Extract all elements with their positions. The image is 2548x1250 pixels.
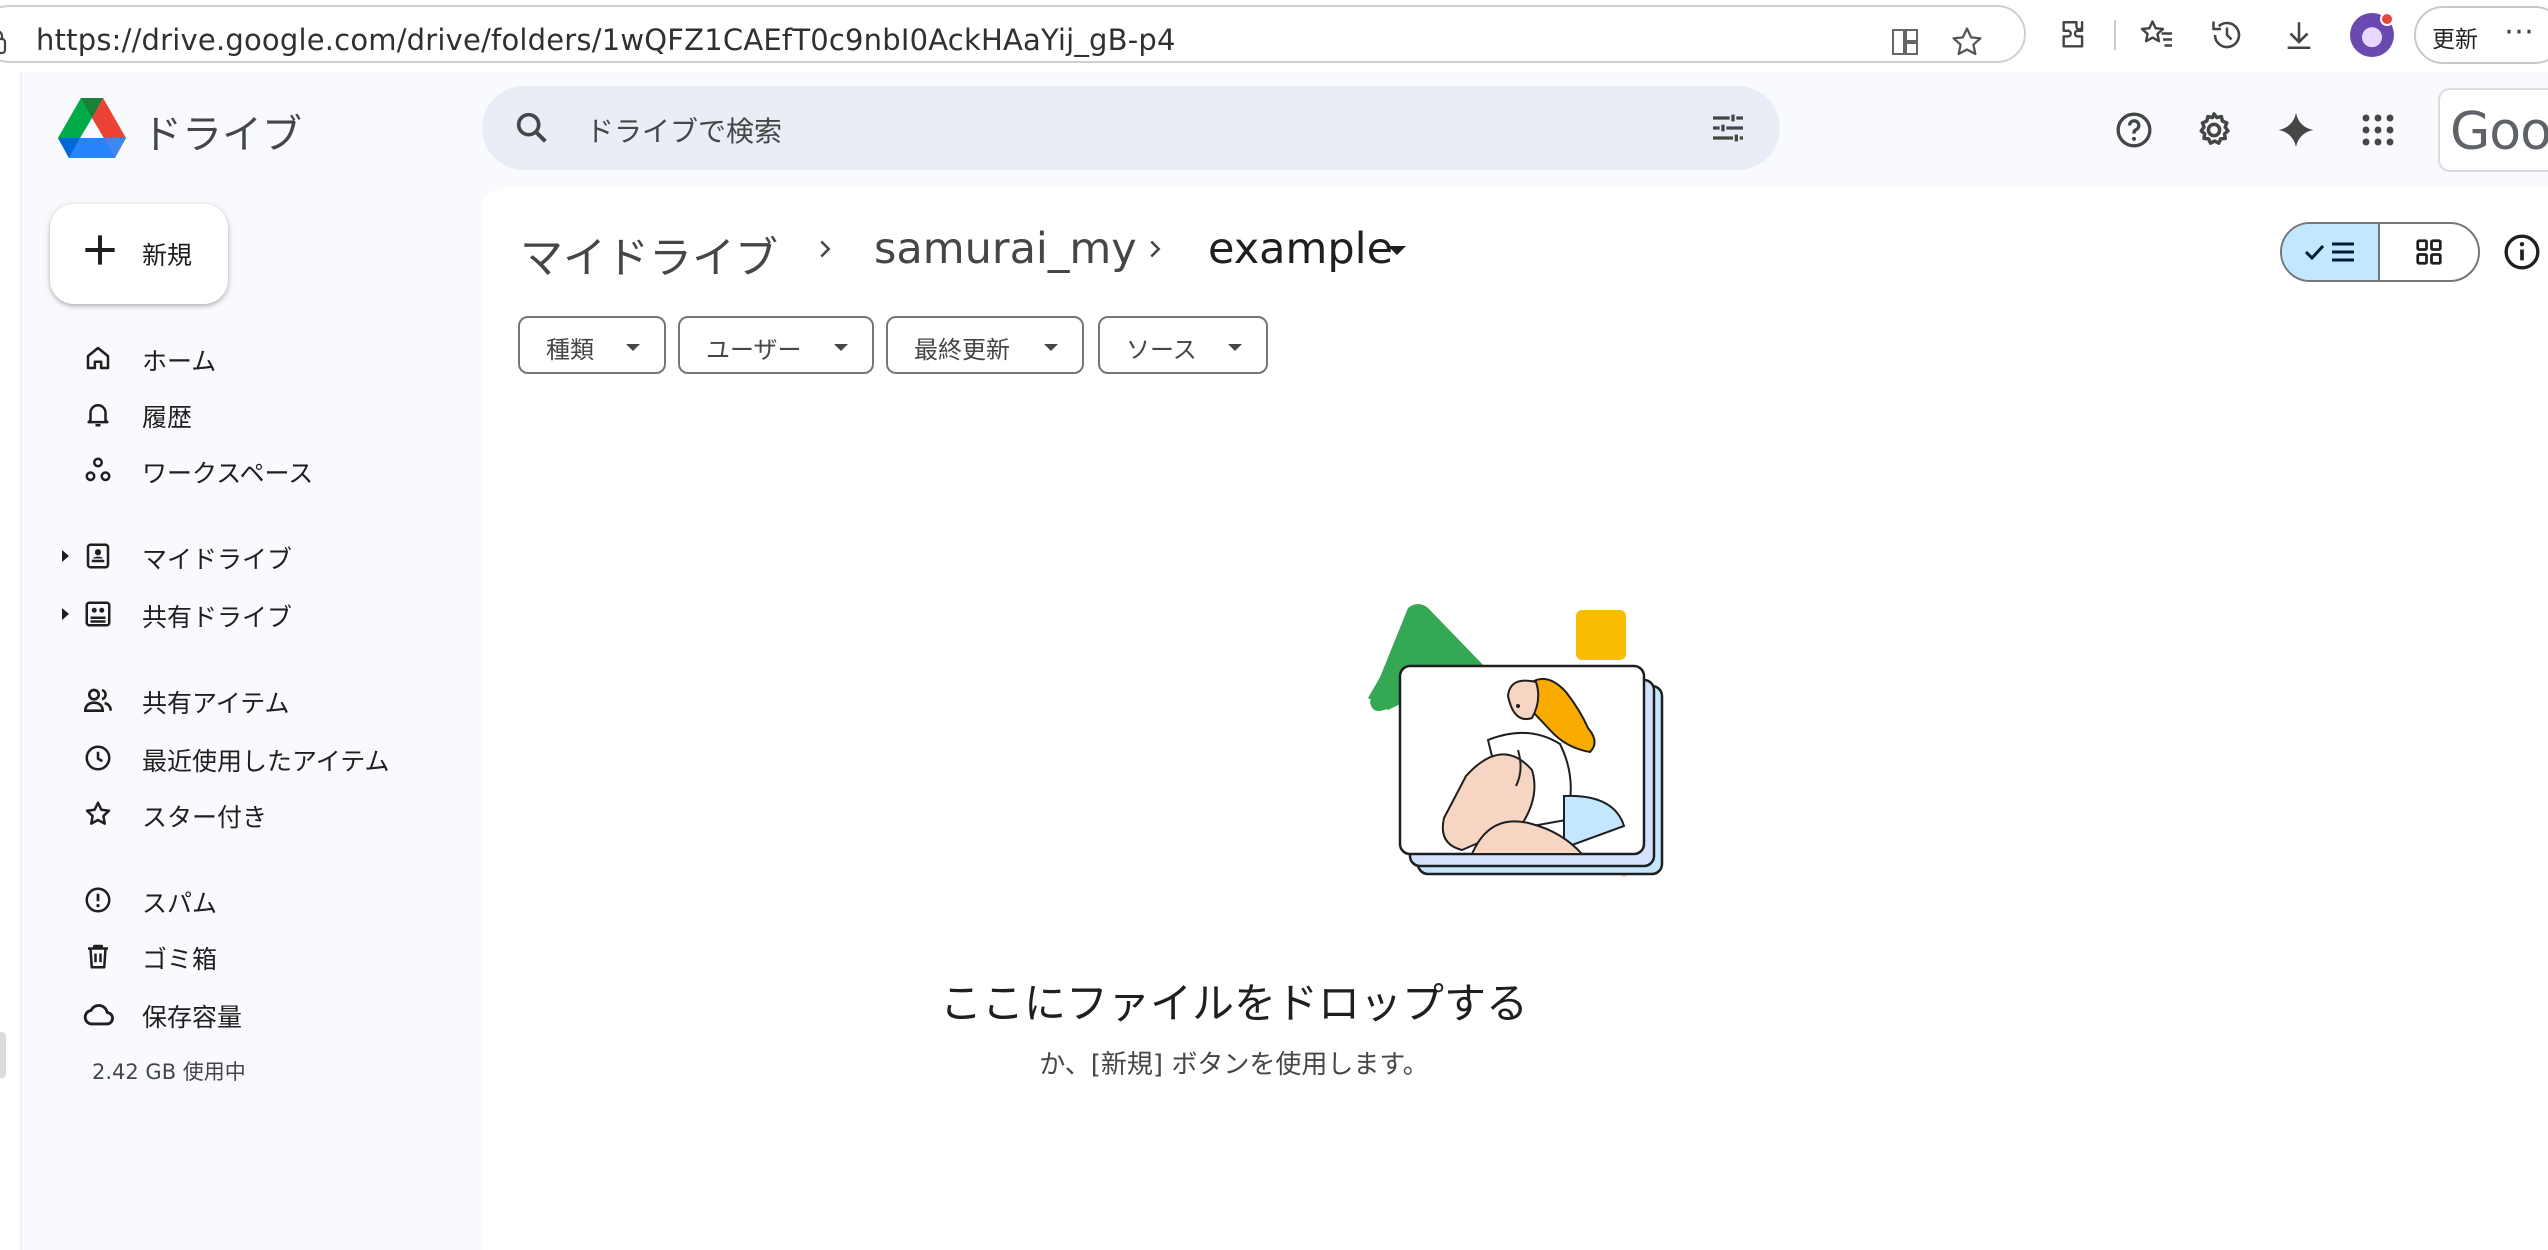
breadcrumb-my-drive[interactable]: マイドライブ xyxy=(520,224,778,286)
app-available-icon[interactable] xyxy=(1886,23,1924,61)
sidebar-item-label: スパム xyxy=(142,889,218,918)
window-edge-line xyxy=(20,72,22,1250)
home-icon xyxy=(80,340,116,376)
info-icon[interactable] xyxy=(2502,232,2542,272)
address-bar[interactable]: https://drive.google.com/drive/folders/1… xyxy=(0,5,2026,63)
sidebar-item-workspaces[interactable]: ワークスペース xyxy=(72,446,472,494)
dropdown-caret-icon xyxy=(626,344,640,351)
view-toggle xyxy=(2280,222,2480,282)
search-input[interactable]: ドライブで検索 xyxy=(586,110,782,150)
chip-label: 種類 xyxy=(546,336,594,364)
gemini-sparkle-icon[interactable] xyxy=(2274,108,2318,152)
downloads-icon[interactable] xyxy=(2278,14,2320,56)
my-drive-icon xyxy=(80,538,116,574)
check-list-icon xyxy=(2304,242,2354,262)
shared-drives-icon xyxy=(80,596,116,632)
help-icon[interactable] xyxy=(2112,108,2156,152)
empty-folder-illustration xyxy=(1368,604,1664,878)
storage-usage-text: 2.42 GB 使用中 xyxy=(92,1060,246,1084)
sidebar-item-starred[interactable]: スター付き xyxy=(72,790,472,838)
sidebar-item-my-drive[interactable]: マイドライブ xyxy=(62,532,472,580)
sidebar-item-label: ホーム xyxy=(142,347,217,376)
list-view-button[interactable] xyxy=(2282,224,2380,280)
grid-view-button[interactable] xyxy=(2380,224,2478,280)
apps-grid-icon[interactable] xyxy=(2356,108,2400,152)
filter-type-chip[interactable]: 種類 xyxy=(518,316,666,374)
dropdown-caret-icon xyxy=(1228,344,1242,351)
history-icon[interactable] xyxy=(2206,14,2248,56)
sidebar-item-spam[interactable]: スパム xyxy=(72,876,472,924)
notification-dot xyxy=(2380,12,2394,26)
sidebar-item-recent[interactable]: 最近使用したアイテム xyxy=(72,734,472,782)
clock-icon xyxy=(80,740,116,776)
extensions-icon[interactable] xyxy=(2054,14,2096,56)
sidebar-item-label: 履歴 xyxy=(142,403,193,432)
chip-label: 最終更新 xyxy=(914,336,1010,364)
sidebar-item-label: スター付き xyxy=(142,803,268,832)
empty-state-subtitle: か、[新規] ボタンを使用します。 xyxy=(1039,1050,1429,1080)
shared-people-icon xyxy=(80,682,116,718)
cloud-icon xyxy=(80,996,116,1032)
filter-user-chip[interactable]: ユーザー xyxy=(678,316,874,374)
folder-menu-caret-icon[interactable] xyxy=(1388,246,1406,255)
search-options-icon[interactable] xyxy=(1708,108,1748,148)
url-text[interactable]: https://drive.google.com/drive/folders/1… xyxy=(36,23,1176,57)
expand-arrow-icon[interactable] xyxy=(62,550,69,562)
filter-source-chip[interactable]: ソース xyxy=(1098,316,1268,374)
sidebar-item-label: ワークスペース xyxy=(142,459,314,488)
update-button[interactable]: 更新 ⋯ xyxy=(2414,6,2548,64)
sidebar-item-label: 共有アイテム xyxy=(142,689,290,718)
search-bar[interactable]: ドライブで検索 xyxy=(482,86,1780,170)
empty-state-title: ここにファイルをドロップする xyxy=(939,979,1528,1028)
search-icon[interactable] xyxy=(512,108,552,148)
toolbar-divider xyxy=(2114,20,2116,50)
chevron-right-icon xyxy=(1150,240,1161,258)
sidebar-item-activity[interactable]: 履歴 xyxy=(72,390,472,438)
chip-label: ユーザー xyxy=(706,336,802,364)
sidebar-item-storage[interactable]: 保存容量 xyxy=(72,990,472,1038)
update-label: 更新 xyxy=(2432,27,2478,53)
account-button[interactable]: Goog xyxy=(2438,88,2548,172)
sidebar-item-label: ゴミ箱 xyxy=(142,945,218,974)
browser-toolbar: https://drive.google.com/drive/folders/1… xyxy=(0,0,2548,72)
spam-icon xyxy=(80,882,116,918)
expand-arrow-icon[interactable] xyxy=(62,608,69,620)
sidebar-item-label: 最近使用したアイテム xyxy=(142,747,390,776)
drive-logo-icon[interactable] xyxy=(58,98,126,160)
bell-icon xyxy=(80,396,116,432)
settings-gear-icon[interactable] xyxy=(2192,108,2236,152)
sidebar-item-shared-with-me[interactable]: 共有アイテム xyxy=(72,676,472,724)
new-button-label: 新規 xyxy=(142,241,193,270)
star-icon xyxy=(80,796,116,832)
sidebar-item-trash[interactable]: ゴミ箱 xyxy=(72,932,472,980)
account-logo-text: Goog xyxy=(2450,102,2548,162)
breadcrumb-samurai-my[interactable]: samurai_my xyxy=(874,224,1137,274)
new-button[interactable]: 新規 xyxy=(50,204,228,304)
drive-app: ドライブ ドライブで検索 Goog 新規 ホーム 履歴 ワークスペース xyxy=(0,72,2548,1250)
sidebar-item-label: 共有ドライブ xyxy=(142,603,293,632)
sidebar-item-label: マイドライブ xyxy=(142,545,293,574)
trash-icon xyxy=(80,938,116,974)
chevron-right-icon xyxy=(820,240,831,258)
main-content: マイドライブ samurai_my example 種類 ユーザー 最終更新 ソ… xyxy=(482,188,2548,1250)
dropdown-caret-icon xyxy=(834,344,848,351)
app-title[interactable]: ドライブ xyxy=(142,102,302,160)
plus-icon xyxy=(85,235,115,265)
sidebar-item-label: 保存容量 xyxy=(142,1003,243,1032)
favorites-icon[interactable] xyxy=(2136,14,2178,56)
lock-icon xyxy=(0,30,7,55)
filter-modified-chip[interactable]: 最終更新 xyxy=(886,316,1084,374)
workspaces-icon xyxy=(80,452,116,488)
dropdown-caret-icon xyxy=(1044,344,1058,351)
favorite-star-icon[interactable] xyxy=(1948,23,1986,61)
sidebar-item-home[interactable]: ホーム xyxy=(72,334,472,382)
chip-label: ソース xyxy=(1126,336,1197,364)
more-icon[interactable]: ⋯ xyxy=(2504,14,2535,49)
resize-handle[interactable] xyxy=(0,1032,6,1078)
grid-icon xyxy=(2416,239,2442,265)
breadcrumb-current-folder[interactable]: example xyxy=(1208,224,1393,274)
sidebar-item-shared-drives[interactable]: 共有ドライブ xyxy=(62,590,472,638)
